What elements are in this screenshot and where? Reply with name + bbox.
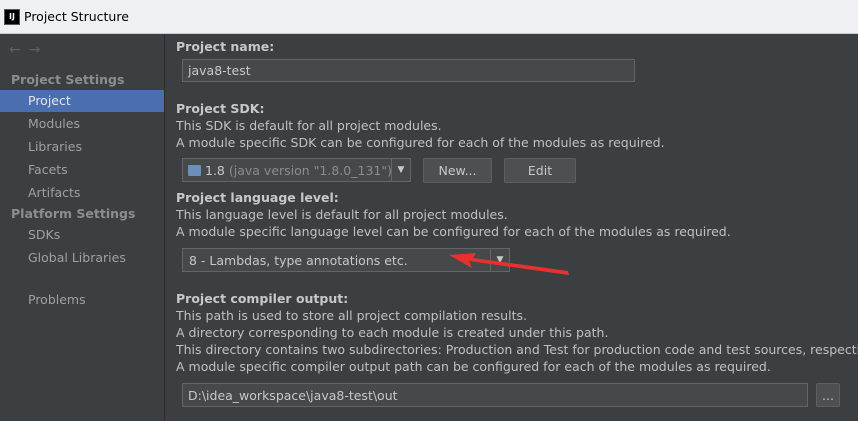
sidebar-item-problems[interactable]: Problems xyxy=(0,289,164,311)
sidebar-item-project[interactable]: Project xyxy=(0,90,164,112)
compiler-output-description-4: A module specific compiler output path c… xyxy=(176,359,771,374)
chevron-down-icon: ▼ xyxy=(391,159,410,181)
compiler-output-description-2: A directory corresponding to each module… xyxy=(176,325,609,340)
sdk-description-1: This SDK is default for all project modu… xyxy=(176,118,442,133)
sidebar-item-facets[interactable]: Facets xyxy=(0,159,164,181)
sdk-selected-name: 1.8 xyxy=(205,162,225,178)
compiler-output-path-input[interactable]: D:\idea_workspace\java8-test\out xyxy=(182,383,808,407)
back-arrow-icon[interactable]: ← xyxy=(9,42,21,58)
window-title: Project Structure xyxy=(24,9,129,24)
compiler-output-description-3: This directory contains two subdirectori… xyxy=(176,342,858,357)
compiler-output-label: Project compiler output: xyxy=(176,291,349,306)
forward-arrow-icon[interactable]: → xyxy=(29,42,41,58)
language-level-selected: 8 - Lambdas, type annotations etc. xyxy=(189,252,408,268)
edit-sdk-button[interactable]: Edit xyxy=(504,158,576,183)
new-sdk-button[interactable]: New... xyxy=(423,158,492,183)
language-level-label: Project language level: xyxy=(176,190,339,205)
sdk-dropdown[interactable]: 1.8 (java version "1.8.0_131") ▼ xyxy=(182,158,411,182)
project-sdk-label: Project SDK: xyxy=(176,101,265,116)
compiler-output-description-1: This path is used to store all project c… xyxy=(176,308,527,323)
intellij-app-icon: IJ xyxy=(4,8,20,25)
sidebar-item-artifacts[interactable]: Artifacts xyxy=(0,182,164,204)
sidebar: ← → Project Settings Project Modules Lib… xyxy=(0,34,165,421)
sdk-description-2: A module specific SDK can be configured … xyxy=(176,135,665,150)
platform-settings-header: Platform Settings xyxy=(11,206,136,221)
chevron-down-icon: ▼ xyxy=(490,249,509,271)
sidebar-item-modules[interactable]: Modules xyxy=(0,113,164,135)
language-level-dropdown[interactable]: 8 - Lambdas, type annotations etc. ▼ xyxy=(182,248,510,272)
folder-icon xyxy=(188,164,201,176)
project-name-label: Project name: xyxy=(176,39,275,54)
language-level-description-1: This language level is default for all p… xyxy=(176,207,508,222)
history-nav: ← → xyxy=(9,42,40,58)
sidebar-item-global-libraries[interactable]: Global Libraries xyxy=(0,247,164,269)
sidebar-item-libraries[interactable]: Libraries xyxy=(0,136,164,158)
browse-button[interactable]: ... xyxy=(816,383,840,407)
sdk-selected-version: (java version "1.8.0_131") xyxy=(228,162,392,178)
title-bar: IJ Project Structure xyxy=(0,0,858,34)
sidebar-item-sdks[interactable]: SDKs xyxy=(0,224,164,246)
project-name-input[interactable]: java8-test xyxy=(182,59,635,82)
project-settings-panel: Project name: java8-test Project SDK: Th… xyxy=(166,34,858,421)
project-settings-header: Project Settings xyxy=(11,72,125,87)
language-level-description-2: A module specific language level can be … xyxy=(176,224,731,239)
